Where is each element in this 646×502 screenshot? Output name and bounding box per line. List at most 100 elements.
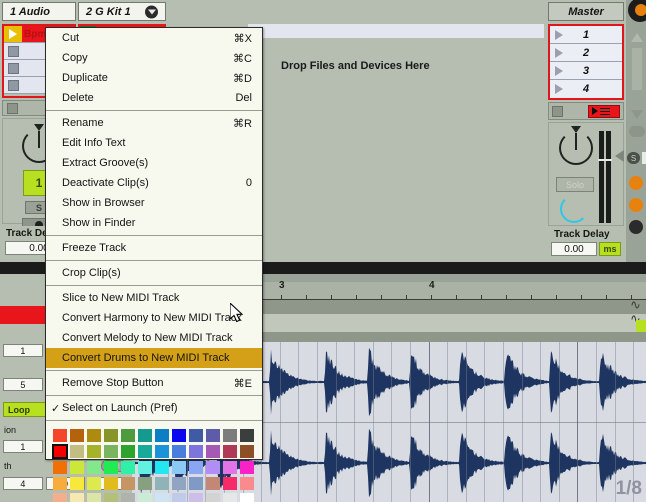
menu-item-convert-melody-to-new-midi-track[interactable]: Convert Melody to New MIDI Track bbox=[46, 328, 262, 348]
color-swatch-grid[interactable] bbox=[46, 423, 262, 502]
scene-row-4[interactable]: 4 bbox=[550, 80, 622, 98]
color-swatch[interactable] bbox=[189, 429, 203, 442]
menu-item-show-in-browser[interactable]: Show in Browser bbox=[46, 193, 262, 213]
chevron-down-icon[interactable] bbox=[145, 5, 158, 18]
lane-active-indicator[interactable] bbox=[636, 320, 646, 332]
device-drop-area[interactable]: Drop Files and Devices Here bbox=[248, 24, 544, 99]
color-swatch[interactable] bbox=[172, 493, 186, 502]
menu-item-crop-clip-s[interactable]: Crop Clip(s) bbox=[46, 263, 262, 283]
pill-button[interactable] bbox=[629, 126, 645, 137]
color-swatch[interactable] bbox=[87, 461, 101, 474]
value-field[interactable]: 1 bbox=[3, 344, 43, 357]
menu-item-edit-info-text[interactable]: Edit Info Text bbox=[46, 133, 262, 153]
scene-row-1[interactable]: 1 bbox=[550, 26, 622, 44]
menu-item-freeze-track[interactable]: Freeze Track bbox=[46, 238, 262, 258]
master-pan-knob[interactable] bbox=[559, 131, 593, 165]
scene-row-3[interactable]: 3 bbox=[550, 62, 622, 80]
orange-dot-icon[interactable] bbox=[629, 198, 643, 212]
track-header-2[interactable]: 2 G Kit 1 bbox=[78, 2, 166, 21]
menu-item-extract-groove-s[interactable]: Extract Groove(s) bbox=[46, 153, 262, 173]
color-swatch[interactable] bbox=[138, 445, 152, 458]
color-swatch[interactable] bbox=[104, 429, 118, 442]
menu-item-cut[interactable]: Cut ⌘X bbox=[46, 28, 262, 48]
color-swatch[interactable] bbox=[189, 493, 203, 502]
color-swatch[interactable] bbox=[206, 477, 220, 490]
track-header-1[interactable]: 1 Audio bbox=[2, 2, 76, 21]
dark-dot-icon[interactable] bbox=[629, 220, 643, 234]
value-field[interactable]: 1 bbox=[3, 440, 43, 453]
color-swatch[interactable] bbox=[104, 493, 118, 502]
color-swatch[interactable] bbox=[189, 445, 203, 458]
play-icon[interactable] bbox=[4, 26, 22, 42]
master-stop-row[interactable] bbox=[548, 102, 624, 120]
context-menu[interactable]: Cut ⌘X Copy ⌘C Duplicate ⌘D Delete Del Rename ⌘R E… bbox=[45, 27, 263, 502]
color-swatch[interactable] bbox=[53, 493, 67, 502]
color-swatch[interactable] bbox=[240, 445, 254, 458]
color-swatch[interactable] bbox=[121, 477, 135, 490]
fader-handle[interactable] bbox=[598, 159, 612, 161]
color-swatch[interactable] bbox=[206, 445, 220, 458]
scene-row-2[interactable]: 2 bbox=[550, 44, 622, 62]
color-swatch[interactable] bbox=[223, 493, 237, 502]
stop-square-icon[interactable] bbox=[552, 105, 563, 117]
record-mini-button[interactable] bbox=[642, 152, 646, 164]
color-swatch[interactable] bbox=[53, 461, 67, 474]
color-swatch[interactable] bbox=[53, 477, 67, 490]
color-swatch[interactable] bbox=[223, 445, 237, 458]
menu-item-convert-drums-to-new-midi-track[interactable]: Convert Drums to New MIDI Track bbox=[46, 348, 262, 368]
color-swatch[interactable] bbox=[155, 429, 169, 442]
color-swatch[interactable] bbox=[240, 461, 254, 474]
value-field[interactable]: 4 bbox=[3, 477, 43, 490]
color-swatch[interactable] bbox=[138, 477, 152, 490]
stop-square-icon[interactable] bbox=[7, 102, 18, 114]
master-track-header[interactable]: Master bbox=[548, 2, 624, 21]
color-swatch[interactable] bbox=[87, 493, 101, 502]
menu-item-deactivate-clip-s[interactable]: Deactivate Clip(s) 0 bbox=[46, 173, 262, 193]
master-track-delay-unit[interactable]: ms bbox=[599, 242, 621, 256]
color-swatch[interactable] bbox=[121, 429, 135, 442]
color-swatch[interactable] bbox=[240, 493, 254, 502]
color-swatch[interactable] bbox=[189, 461, 203, 474]
cue-volume-knob[interactable] bbox=[560, 195, 588, 223]
color-swatch[interactable] bbox=[223, 429, 237, 442]
menu-item-select-on-launch-pref[interactable]: ✓ Select on Launch (Pref) bbox=[46, 398, 262, 418]
menu-item-duplicate[interactable]: Duplicate ⌘D bbox=[46, 68, 262, 88]
color-swatch[interactable] bbox=[223, 477, 237, 490]
color-swatch[interactable] bbox=[87, 429, 101, 442]
color-swatch[interactable] bbox=[70, 461, 84, 474]
color-swatch[interactable] bbox=[138, 493, 152, 502]
solo-mini-button[interactable]: S bbox=[627, 152, 640, 164]
triangle-up-icon[interactable] bbox=[631, 33, 643, 42]
color-swatch[interactable] bbox=[87, 477, 101, 490]
color-swatch[interactable] bbox=[70, 429, 84, 442]
color-swatch[interactable] bbox=[172, 477, 186, 490]
menu-item-show-in-finder[interactable]: Show in Finder bbox=[46, 213, 262, 233]
value-field[interactable]: 5 bbox=[3, 378, 43, 391]
color-swatch[interactable] bbox=[52, 444, 68, 459]
color-swatch[interactable] bbox=[206, 461, 220, 474]
color-swatch[interactable] bbox=[223, 461, 237, 474]
color-swatch[interactable] bbox=[121, 461, 135, 474]
color-swatch[interactable] bbox=[104, 461, 118, 474]
master-track-delay-value[interactable]: 0.00 bbox=[551, 242, 597, 256]
color-swatch[interactable] bbox=[155, 461, 169, 474]
color-swatch[interactable] bbox=[70, 445, 84, 458]
color-swatch[interactable] bbox=[240, 429, 254, 442]
master-solo-button[interactable]: Solo bbox=[556, 177, 594, 192]
color-swatch[interactable] bbox=[172, 429, 186, 442]
triangle-down-icon[interactable] bbox=[631, 110, 643, 119]
menu-item-delete[interactable]: Delete Del bbox=[46, 88, 262, 108]
orange-knob-icon[interactable] bbox=[628, 0, 646, 22]
color-swatch[interactable] bbox=[104, 477, 118, 490]
stop-square-icon[interactable] bbox=[8, 79, 19, 91]
color-swatch[interactable] bbox=[138, 461, 152, 474]
stop-square-icon[interactable] bbox=[8, 45, 19, 57]
color-swatch[interactable] bbox=[155, 477, 169, 490]
menu-item-remove-stop-button[interactable]: Remove Stop Button ⌘E bbox=[46, 373, 262, 393]
color-swatch[interactable] bbox=[70, 493, 84, 502]
master-volume-fader[interactable] bbox=[598, 131, 613, 223]
color-swatch[interactable] bbox=[155, 445, 169, 458]
menu-item-rename[interactable]: Rename ⌘R bbox=[46, 113, 262, 133]
color-swatch[interactable] bbox=[240, 477, 254, 490]
color-swatch[interactable] bbox=[53, 429, 67, 442]
